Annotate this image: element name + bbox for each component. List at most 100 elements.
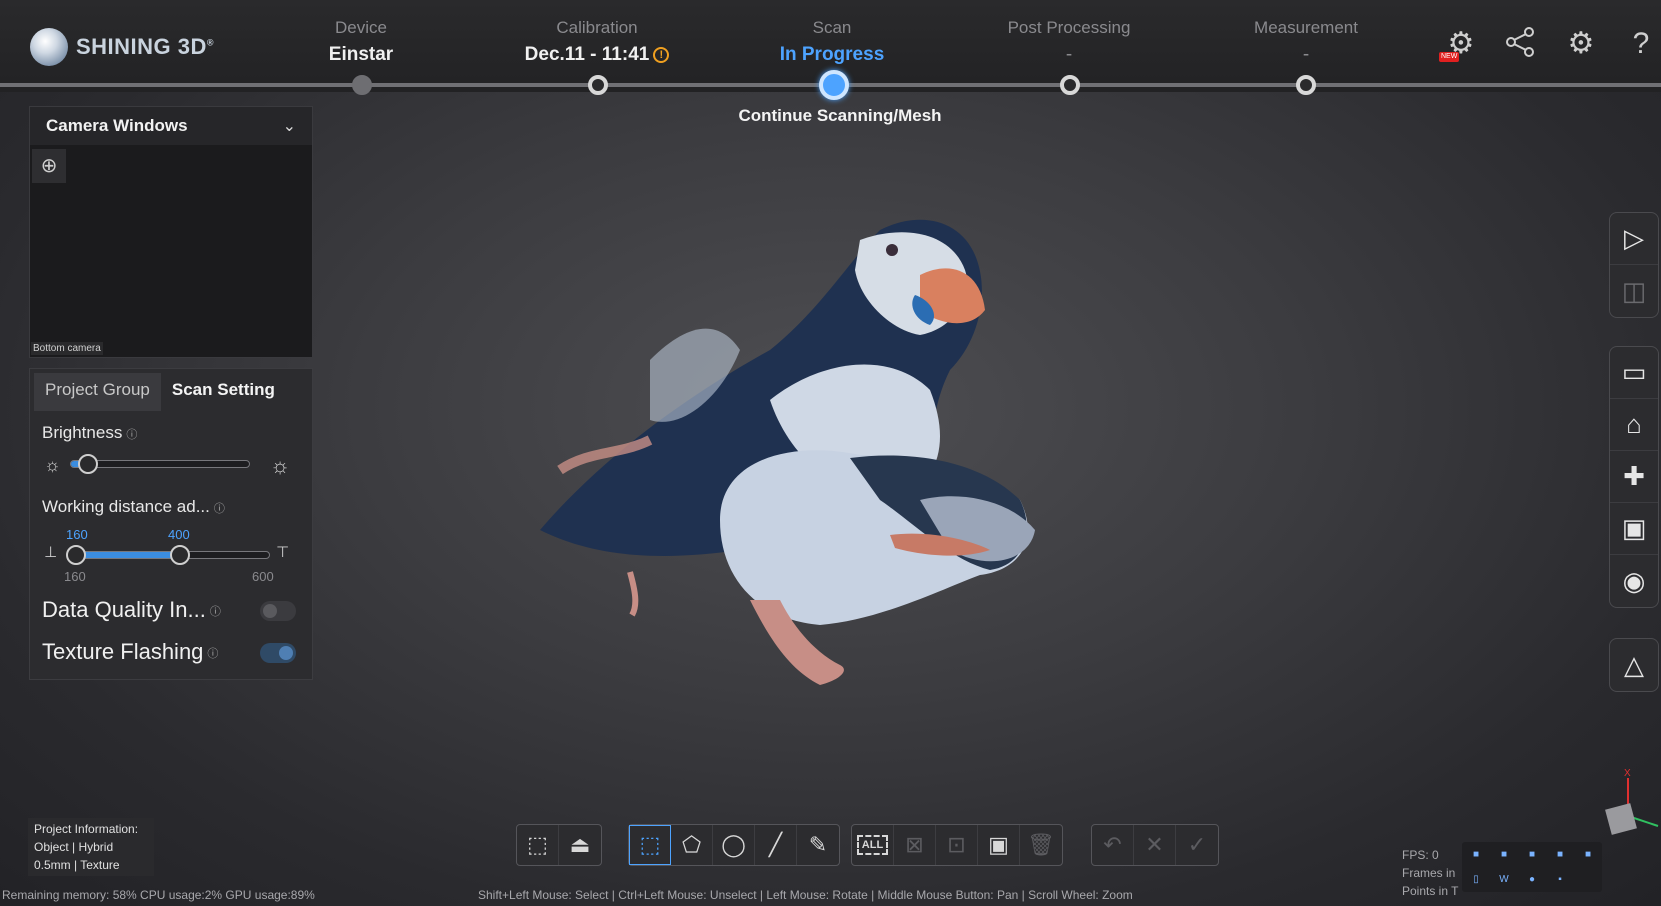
distance-min-handle[interactable] <box>66 545 86 565</box>
camera-panel-header[interactable]: Camera Windows ⌄ <box>30 107 312 145</box>
tab-scan-setting[interactable]: Scan Setting <box>161 373 286 411</box>
step-value: Einstar <box>328 44 394 65</box>
info-icon[interactable]: ⓘ <box>214 503 225 515</box>
warning-icon: ! <box>653 46 670 63</box>
logo-mark-icon <box>30 28 68 66</box>
info-icon[interactable]: ⓘ <box>207 648 218 660</box>
step-post-processing[interactable]: Post Processing - <box>969 18 1169 66</box>
settings-icon[interactable]: ⚙ <box>1561 24 1601 64</box>
right-toolbar-scan: ▷ ◫ <box>1609 212 1659 318</box>
plugin-icon[interactable]: ✚ <box>1610 451 1658 503</box>
brightness-slider-handle[interactable] <box>78 454 98 474</box>
help-icon[interactable]: ? <box>1621 24 1661 64</box>
base-plane-icon[interactable]: ⏏ <box>559 825 601 865</box>
brand-logo: SHINING 3D® <box>30 28 214 66</box>
step-label: Scan <box>812 18 852 37</box>
orientation-cube[interactable] <box>1605 803 1637 835</box>
info-icon[interactable]: ⓘ <box>210 606 221 618</box>
new-feature-icon[interactable]: ⚙ NEW <box>1439 24 1481 64</box>
brand-name: SHINING 3D <box>76 34 207 59</box>
distance-near-icon: ⊥ <box>44 544 58 561</box>
invert-select-icon[interactable]: ⊡ <box>936 825 978 865</box>
step-node-device[interactable] <box>352 75 372 95</box>
distance-low-value: 160 <box>66 527 88 542</box>
tray-app-icon[interactable]: ■ <box>1529 849 1535 860</box>
scanned-model-viewport[interactable] <box>520 200 1120 720</box>
chevron-down-icon[interactable]: ⌄ <box>283 116 296 136</box>
deselect-icon[interactable]: ⊠ <box>894 825 936 865</box>
connected-select-icon[interactable]: ▣ <box>978 825 1020 865</box>
edit-toolbar: ALL ⊠ ⊡ ▣ 🗑 <box>851 824 1063 866</box>
tray-folder-icon[interactable]: ■ <box>1557 849 1563 860</box>
zoom-in-icon[interactable]: ⊕ <box>32 149 66 183</box>
brush-select-icon[interactable]: ✎ <box>797 825 839 865</box>
mesh-icon[interactable]: △ <box>1610 639 1658 691</box>
visibility-icon[interactable]: ◉ <box>1610 555 1658 607</box>
right-toolbar-tools: ▭ ⌂ ✚ ▣ ◉ <box>1609 346 1659 608</box>
system-tray: ■ ■ ■ ■ ■ ▯ W ● ▪ <box>1462 842 1602 892</box>
texture-flashing-label: Texture Flashing <box>42 639 204 664</box>
step-scan[interactable]: Scan In Progress <box>732 18 932 66</box>
info-icon[interactable]: ⓘ <box>126 429 137 441</box>
step-label: Post Processing <box>1007 18 1131 37</box>
cancel-icon[interactable]: ✕ <box>1134 825 1176 865</box>
rect-select-icon[interactable]: ⬚ <box>629 825 671 865</box>
start-scan-icon[interactable]: ▷ <box>1610 213 1658 265</box>
working-distance-fill <box>77 552 174 558</box>
distance-high-value: 400 <box>168 527 190 542</box>
distance-max-handle[interactable] <box>170 545 190 565</box>
new-badge: NEW <box>1439 52 1460 62</box>
tray-photo-icon[interactable]: ■ <box>1585 849 1591 860</box>
resource-usage: Remaining memory: 58% CPU usage:2% GPU u… <box>2 888 315 902</box>
camera-label: Bottom camera <box>31 342 103 355</box>
step-node-calibration[interactable] <box>588 75 608 95</box>
distance-max-label: 600 <box>252 569 274 584</box>
step-calibration[interactable]: Calibration Dec.11 - 11:41! <box>497 18 697 66</box>
panel-icon[interactable]: ▭ <box>1610 347 1658 399</box>
polygon-select-icon[interactable]: ⬠ <box>671 825 713 865</box>
working-distance-label: Working distance ad... <box>42 497 210 516</box>
texture-flashing-toggle[interactable] <box>260 643 296 663</box>
undo-icon[interactable]: ↶ <box>1092 825 1134 865</box>
axis-gizmo[interactable]: X <box>1596 766 1661 866</box>
tray-browser-icon[interactable]: ● <box>1529 874 1535 885</box>
tray-word-icon[interactable]: W <box>1499 874 1508 885</box>
lasso-select-icon[interactable]: ◯ <box>713 825 755 865</box>
step-label: Calibration <box>556 18 638 37</box>
view-cube-icon[interactable]: ⬚ <box>517 825 559 865</box>
tray-usb-icon[interactable]: ▯ <box>1473 874 1479 885</box>
line-select-icon[interactable]: ╱ <box>755 825 797 865</box>
step-device[interactable]: Device Einstar <box>261 18 461 66</box>
select-all-icon[interactable]: ALL <box>852 825 894 865</box>
step-value: In Progress <box>779 44 885 65</box>
frame-select-icon[interactable]: ◫ <box>1610 265 1658 317</box>
step-value: Dec.11 - 11:41 <box>524 44 650 65</box>
delete-icon[interactable]: 🗑 <box>1020 825 1062 865</box>
save-icon[interactable]: ▣ <box>1610 503 1658 555</box>
project-info: Project Information: Object | Hybrid 0.5… <box>28 818 154 876</box>
puffin-back-eye <box>886 244 898 256</box>
step-node-scan[interactable] <box>819 70 849 100</box>
select-toolbar: ⬚ ⬠ ◯ ╱ ✎ <box>628 824 840 866</box>
tab-project-group[interactable]: Project Group <box>34 373 161 411</box>
brightness-high-icon: ☼ <box>270 453 291 478</box>
step-measurement[interactable]: Measurement - <box>1206 18 1406 66</box>
right-toolbar-mesh: △ <box>1609 638 1659 692</box>
step-label: Measurement <box>1254 18 1358 37</box>
data-quality-toggle[interactable] <box>260 601 296 621</box>
apply-icon[interactable]: ✓ <box>1176 825 1218 865</box>
distance-min-label: 160 <box>64 569 86 584</box>
tray-teams-icon[interactable]: ▪ <box>1558 874 1562 885</box>
distance-far-icon: ⊤ <box>276 544 290 561</box>
step-node-measurement[interactable] <box>1296 75 1316 95</box>
status-bar: Remaining memory: 58% CPU usage:2% GPU u… <box>0 886 1661 906</box>
tray-bluetooth-icon[interactable]: ■ <box>1501 849 1507 860</box>
x-axis-label: X <box>1624 768 1631 779</box>
clean-icon[interactable]: ⌂ <box>1610 399 1658 451</box>
step-node-post-processing[interactable] <box>1060 75 1080 95</box>
share-icon[interactable] <box>1501 24 1541 64</box>
settings-tabs: Project Group Scan Setting <box>34 373 308 411</box>
frames-readout: Frames in <box>1402 866 1456 880</box>
brightness-label: Brightness <box>42 423 123 442</box>
tray-nvidia-icon[interactable]: ■ <box>1473 849 1479 860</box>
